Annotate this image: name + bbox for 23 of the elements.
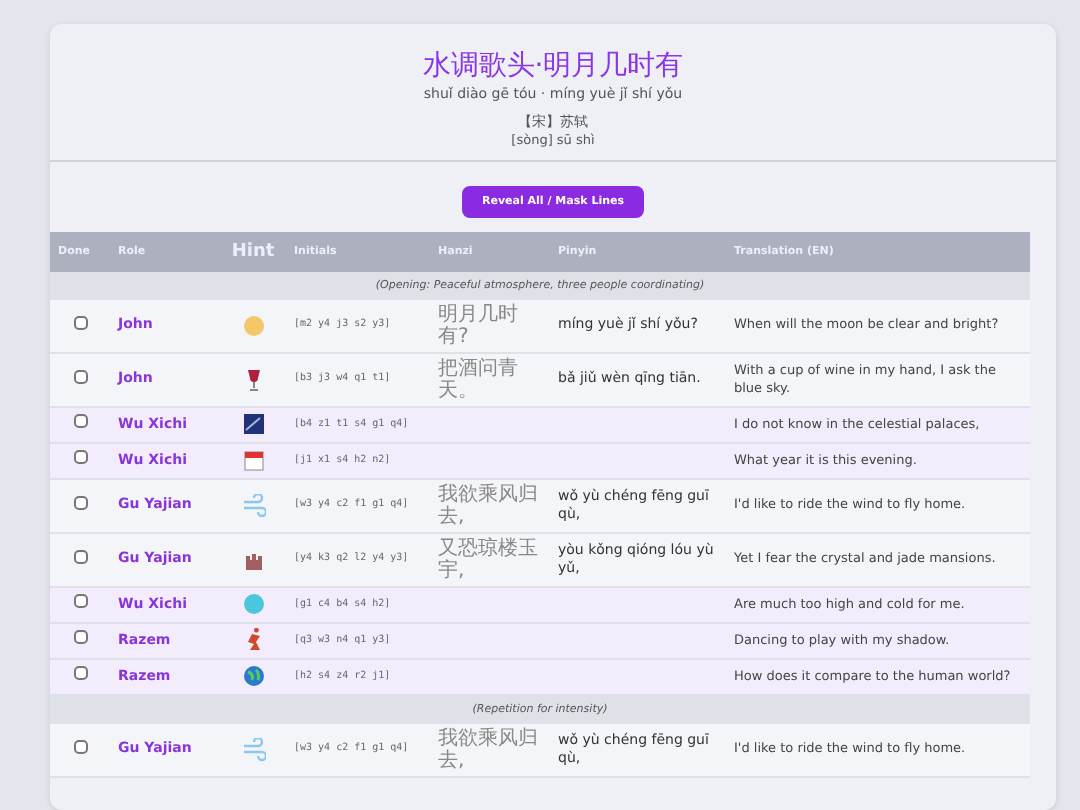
hanzi-cell: 我欲乘风归去, — [430, 723, 550, 777]
done-checkbox[interactable] — [73, 369, 87, 384]
calendar-icon — [241, 448, 265, 473]
wind-icon — [241, 737, 265, 762]
done-checkbox[interactable] — [73, 549, 87, 564]
column-header: Hint — [220, 231, 286, 272]
done-checkbox[interactable] — [73, 739, 87, 754]
globe-icon — [241, 664, 265, 689]
hanzi-cell: 明月几时有? — [430, 299, 550, 353]
hanzi-cell: 我欲乘风归去, — [430, 478, 550, 533]
hanzi-cell: 把酒问青天。 — [430, 352, 550, 407]
moon-icon — [241, 313, 265, 338]
hanzi-cell: 又恐琼楼玉宇, — [430, 532, 550, 587]
done-checkbox[interactable] — [73, 630, 87, 645]
done-checkbox[interactable] — [73, 315, 87, 330]
done-checkbox[interactable] — [73, 414, 87, 429]
wind-icon — [241, 493, 265, 518]
done-checkbox[interactable] — [73, 594, 87, 609]
done-checkbox[interactable] — [73, 495, 87, 510]
done-checkbox[interactable] — [73, 666, 87, 681]
done-checkbox[interactable] — [73, 450, 87, 465]
poem-title: 水调歌头·明月几时有 — [422, 48, 684, 84]
night-sky-icon — [241, 412, 265, 437]
